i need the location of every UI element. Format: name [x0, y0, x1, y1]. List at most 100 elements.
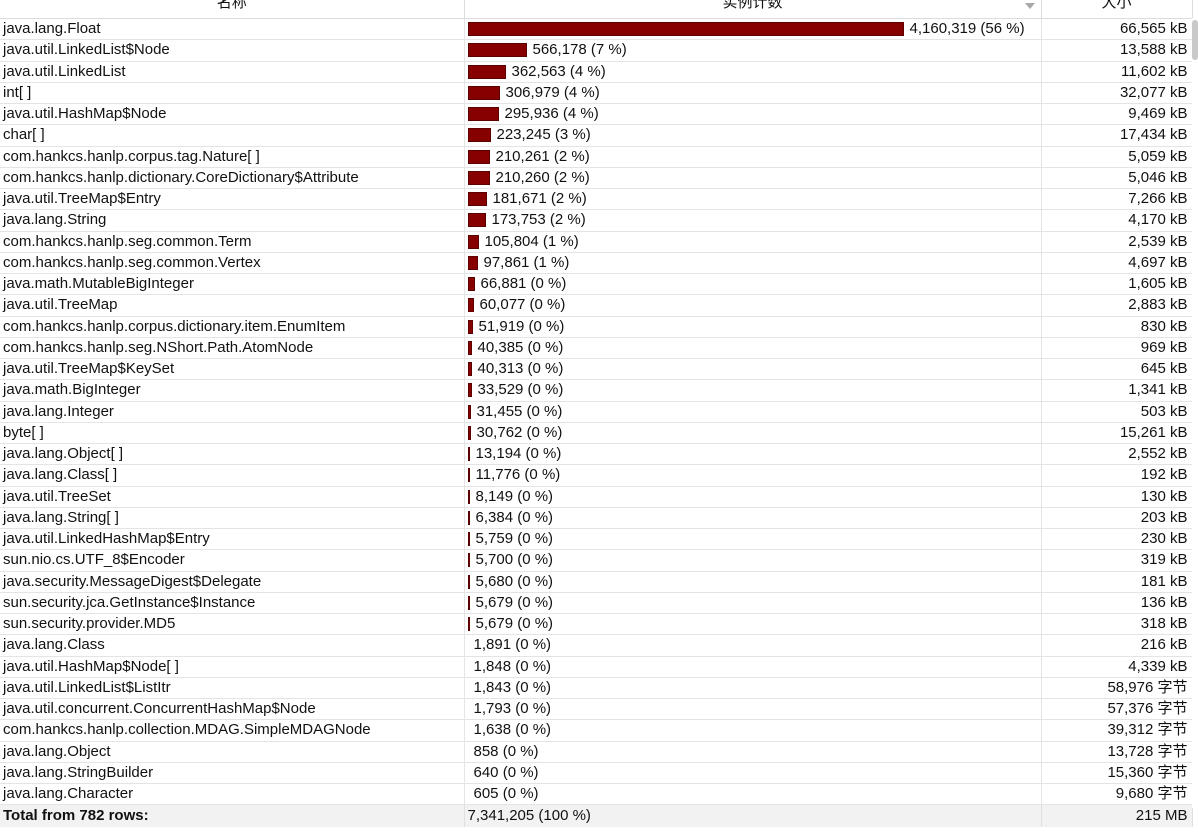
instance-count-bar	[467, 213, 486, 228]
table-row[interactable]: java.util.LinkedList$Node 566,178 (7 %) 13…	[0, 39, 1193, 62]
table-row[interactable]: java.util.TreeMap$Entry 181,671 (2 %) 7,26…	[0, 188, 1193, 211]
class-name-cell: sun.security.provider.MD5	[0, 613, 465, 636]
size-cell: 66,565 kB	[1041, 18, 1193, 41]
instance-count-text: 1,793 (0 %)	[473, 700, 552, 718]
instance-count-text: 1,843 (0 %)	[473, 678, 552, 696]
table-row[interactable]: java.lang.StringBuilder 640 (0 %) 15,360 字…	[0, 762, 1193, 785]
table-row[interactable]: java.security.MessageDigest$Delegate 5,68…	[0, 571, 1193, 593]
table-row[interactable]: java.util.HashMap$Node[ ] 1,848 (0 %) 4,33…	[0, 656, 1193, 678]
instance-count-text: 640 (0 %)	[473, 763, 539, 781]
table-row[interactable]: java.util.TreeMap 60,077 (0 %) 2,883 kB	[0, 294, 1193, 317]
table-row[interactable]: java.lang.Object[ ] 13,194 (0 %) 2,552 kB	[0, 443, 1193, 466]
column-header-count[interactable]: 实例计数	[464, 0, 1042, 19]
instance-count-text: 1,891 (0 %)	[473, 636, 552, 654]
size-cell: 11,602 kB	[1041, 61, 1193, 83]
instance-count-text: 5,679 (0 %)	[475, 615, 554, 633]
table-row[interactable]: int[ ] 306,979 (4 %) 32,077 kB	[0, 82, 1193, 105]
instance-count-cell: 51,919 (0 %)	[464, 316, 1042, 338]
class-name-cell: com.hankcs.hanlp.seg.NShort.Path.AtomNod…	[0, 337, 465, 360]
instance-count-bar	[467, 170, 490, 185]
instance-count-text: 306,979 (4 %)	[505, 83, 600, 101]
table-row[interactable]: java.util.LinkedList$ListItr 1,843 (0 %) 5…	[0, 677, 1193, 700]
table-row[interactable]: java.util.LinkedList 362,563 (4 %) 11,602 …	[0, 61, 1193, 83]
table-row[interactable]: com.hankcs.hanlp.seg.common.Term 105,804 …	[0, 231, 1193, 253]
vertical-scrollbar[interactable]	[1192, 18, 1198, 808]
class-name-cell: java.math.BigInteger	[0, 379, 465, 402]
instance-count-text: 1,848 (0 %)	[473, 657, 552, 675]
class-name-cell: java.util.LinkedHashMap$Entry	[0, 528, 465, 551]
table-row[interactable]: com.hankcs.hanlp.corpus.dictionary.item.…	[0, 316, 1193, 338]
scrollbar-thumb[interactable]	[1192, 20, 1198, 60]
size-cell: 181 kB	[1041, 571, 1193, 593]
instance-count-cell: 1,848 (0 %)	[464, 656, 1042, 678]
instance-count-text: 223,245 (3 %)	[496, 126, 591, 144]
class-name-cell: java.lang.String	[0, 209, 465, 232]
table-row[interactable]: com.hankcs.hanlp.collection.MDAG.SimpleM…	[0, 719, 1193, 742]
instance-count-bar	[467, 595, 470, 610]
instance-count-bar	[467, 383, 472, 398]
instance-count-text: 181,671 (2 %)	[492, 190, 587, 208]
table-row[interactable]: sun.security.jca.GetInstance$Instance 5,6…	[0, 592, 1193, 615]
instance-count-cell: 858 (0 %)	[464, 741, 1042, 763]
table-row[interactable]: java.lang.Class 1,891 (0 %) 216 kB	[0, 634, 1193, 657]
instance-count-bar	[467, 277, 475, 292]
instance-count-cell: 1,843 (0 %)	[464, 677, 1042, 700]
instance-count-bar	[467, 510, 470, 525]
table-row[interactable]: java.util.concurrent.ConcurrentHashMap$N…	[0, 698, 1193, 721]
size-cell: 1,341 kB	[1041, 379, 1193, 402]
table-row[interactable]: sun.security.provider.MD5 5,679 (0 %) 318 …	[0, 613, 1193, 636]
class-name-cell: java.lang.Character	[0, 783, 465, 806]
instance-count-text: 60,077 (0 %)	[479, 296, 566, 314]
column-header-name[interactable]: 名称	[0, 0, 465, 19]
instance-count-bar	[467, 362, 472, 377]
class-name-cell: java.util.LinkedList$ListItr	[0, 677, 465, 700]
table-row[interactable]: com.hankcs.hanlp.seg.common.Vertex 97,861…	[0, 252, 1193, 275]
instance-count-bar	[467, 22, 904, 37]
table-row[interactable]: byte[ ] 30,762 (0 %) 15,261 kB	[0, 422, 1193, 445]
table-row[interactable]: java.util.LinkedHashMap$Entry 5,759 (0 %)…	[0, 528, 1193, 551]
instance-count-text: 40,385 (0 %)	[477, 338, 564, 356]
table-row[interactable]: com.hankcs.hanlp.corpus.tag.Nature[ ] 210…	[0, 146, 1193, 168]
instance-count-cell: 4,160,319 (56 %)	[464, 18, 1042, 41]
class-name-cell: java.lang.Class[ ]	[0, 464, 465, 487]
instance-count-bar	[467, 234, 479, 249]
size-cell: 4,170 kB	[1041, 209, 1193, 232]
size-cell: 7,266 kB	[1041, 188, 1193, 211]
total-size: 215 MB	[1041, 804, 1193, 828]
table-row[interactable]: char[ ] 223,245 (3 %) 17,434 kB	[0, 124, 1193, 147]
column-header-count-label: 实例计数	[722, 0, 783, 11]
table-row[interactable]: java.lang.Integer 31,455 (0 %) 503 kB	[0, 401, 1193, 423]
table-row[interactable]: java.lang.Float 4,160,319 (56 %) 66,565 kB	[0, 18, 1193, 41]
table-row[interactable]: java.lang.String 173,753 (2 %) 4,170 kB	[0, 209, 1193, 232]
table-row[interactable]: java.util.HashMap$Node 295,936 (4 %) 9,469…	[0, 103, 1193, 126]
table-row[interactable]: java.lang.Object 858 (0 %) 13,728 字节	[0, 741, 1193, 763]
instance-count-cell: 5,679 (0 %)	[464, 592, 1042, 615]
table-row[interactable]: java.math.MutableBigInteger 66,881 (0 %) 1…	[0, 273, 1193, 296]
size-cell: 203 kB	[1041, 507, 1193, 530]
table-row[interactable]: java.util.TreeMap$KeySet 40,313 (0 %) 645 …	[0, 358, 1193, 381]
instance-count-cell: 66,881 (0 %)	[464, 273, 1042, 296]
size-cell: 57,376 字节	[1041, 698, 1193, 721]
table-row[interactable]: java.util.TreeSet 8,149 (0 %) 130 kB	[0, 486, 1193, 508]
size-cell: 130 kB	[1041, 486, 1193, 508]
instance-count-text: 31,455 (0 %)	[476, 402, 563, 420]
table-row[interactable]: sun.nio.cs.UTF_8$Encoder 5,700 (0 %) 319 k…	[0, 549, 1193, 572]
table-row[interactable]: com.hankcs.hanlp.seg.NShort.Path.AtomNod…	[0, 337, 1193, 360]
instance-count-cell: 13,194 (0 %)	[464, 443, 1042, 466]
class-name-cell: com.hankcs.hanlp.seg.common.Term	[0, 231, 465, 253]
instance-count-text: 40,313 (0 %)	[477, 360, 564, 378]
class-name-cell: java.util.LinkedList$Node	[0, 39, 465, 62]
class-name-cell: java.util.TreeSet	[0, 486, 465, 508]
size-cell: 2,883 kB	[1041, 294, 1193, 317]
column-header-size[interactable]: 大小	[1041, 0, 1193, 19]
table-row[interactable]: java.lang.Character 605 (0 %) 9,680 字节	[0, 783, 1193, 806]
table-row[interactable]: com.hankcs.hanlp.dictionary.CoreDictiona…	[0, 167, 1193, 190]
class-name-cell: java.util.LinkedList	[0, 61, 465, 83]
size-cell: 4,339 kB	[1041, 656, 1193, 678]
table-row[interactable]: java.lang.String[ ] 6,384 (0 %) 203 kB	[0, 507, 1193, 530]
table-row[interactable]: java.math.BigInteger 33,529 (0 %) 1,341 kB	[0, 379, 1193, 402]
class-name-cell: java.security.MessageDigest$Delegate	[0, 571, 465, 593]
instance-count-cell: 6,384 (0 %)	[464, 507, 1042, 530]
table-header-row: 名称 实例计数 大小	[0, 0, 1193, 19]
table-row[interactable]: java.lang.Class[ ] 11,776 (0 %) 192 kB	[0, 464, 1193, 487]
